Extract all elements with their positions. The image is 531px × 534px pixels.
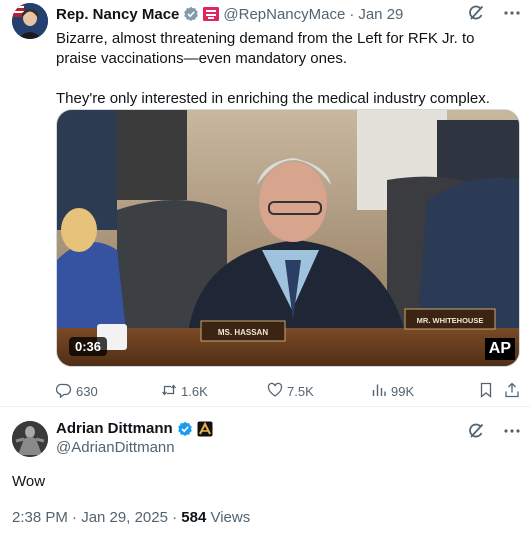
- author-handle[interactable]: @RepNancyMace: [223, 6, 345, 23]
- video-frame: MS. HASSAN MR. WHITEHOUSE: [57, 110, 519, 366]
- thread-divider: [0, 406, 531, 407]
- author-avatar[interactable]: [12, 421, 48, 457]
- repost-icon: [161, 382, 177, 401]
- tweet-text: Bizarre, almost threatening demand from …: [56, 29, 516, 109]
- engagement-bar: 630 1.6K 7.5K 99K: [55, 382, 520, 401]
- repost-button[interactable]: 1.6K: [161, 382, 208, 401]
- views-count: 99K: [391, 384, 415, 399]
- reply-icon: [55, 382, 72, 401]
- views-button[interactable]: 99K: [371, 382, 414, 401]
- main-tweet-text: Wow: [12, 473, 46, 490]
- grok-icon[interactable]: [467, 422, 485, 445]
- svg-text:MS. HASSAN: MS. HASSAN: [218, 328, 268, 337]
- reply-count: 630: [76, 384, 98, 399]
- top-right-actions: [467, 4, 521, 27]
- repost-count: 1.6K: [181, 384, 208, 399]
- like-button[interactable]: 7.5K: [267, 382, 314, 401]
- author-header: Rep. Nancy Mace @RepNancyMace · Jan 29: [56, 4, 403, 24]
- like-count: 7.5K: [287, 384, 314, 399]
- video-duration: 0:36: [69, 337, 108, 356]
- main-top-right-actions: [467, 422, 521, 445]
- svg-text:MR. WHITEHOUSE: MR. WHITEHOUSE: [417, 316, 484, 325]
- ap-watermark-logo: AP: [484, 338, 515, 360]
- tweet-meta: 2:38 PM · Jan 29, 2025 · 584 Views: [12, 509, 250, 526]
- views-icon: [371, 382, 387, 401]
- main-author-header: Adrian Dittmann: [56, 420, 217, 437]
- author-name[interactable]: Rep. Nancy Mace: [56, 6, 179, 23]
- main-author-handle[interactable]: @AdrianDittmann: [56, 439, 175, 456]
- views-label: Views: [210, 509, 251, 526]
- main-author-name[interactable]: Adrian Dittmann: [56, 420, 173, 437]
- grok-icon[interactable]: [467, 4, 485, 27]
- separator-dot: ·: [349, 5, 355, 23]
- views-number: 584: [181, 509, 207, 526]
- like-icon: [267, 382, 283, 401]
- tweet-date[interactable]: Jan 29: [358, 6, 403, 23]
- reply-button[interactable]: 630: [55, 382, 98, 401]
- government-flag-icon: [203, 6, 220, 22]
- bookmark-button[interactable]: [478, 382, 494, 401]
- tweet-text-line-1: Bizarre, almost threatening demand from …: [56, 30, 475, 67]
- tweet-text-line-2: They're only interested in enriching the…: [56, 90, 490, 107]
- verified-blue-badge-icon: [177, 421, 193, 437]
- author-avatar[interactable]: [12, 3, 48, 39]
- nameplate-right: MR. WHITEHOUSE: [404, 308, 496, 330]
- bookmark-icon: [478, 382, 494, 401]
- separator-dot: ·: [172, 509, 178, 526]
- video-player[interactable]: MS. HASSAN MR. WHITEHOUSE 0:36 AP: [56, 109, 520, 367]
- more-icon[interactable]: [503, 422, 521, 445]
- tweet-timestamp[interactable]: 2:38 PM · Jan 29, 2025: [12, 509, 168, 526]
- more-icon[interactable]: [503, 4, 521, 27]
- affiliate-badge-icon: [197, 421, 213, 437]
- parent-tweet[interactable]: Rep. Nancy Mace @RepNancyMace · Jan 29 B…: [0, 0, 531, 405]
- share-icon: [504, 382, 520, 401]
- nameplate-left: MS. HASSAN: [200, 320, 286, 342]
- share-button[interactable]: [504, 382, 520, 401]
- verified-gray-badge-icon: [183, 6, 199, 22]
